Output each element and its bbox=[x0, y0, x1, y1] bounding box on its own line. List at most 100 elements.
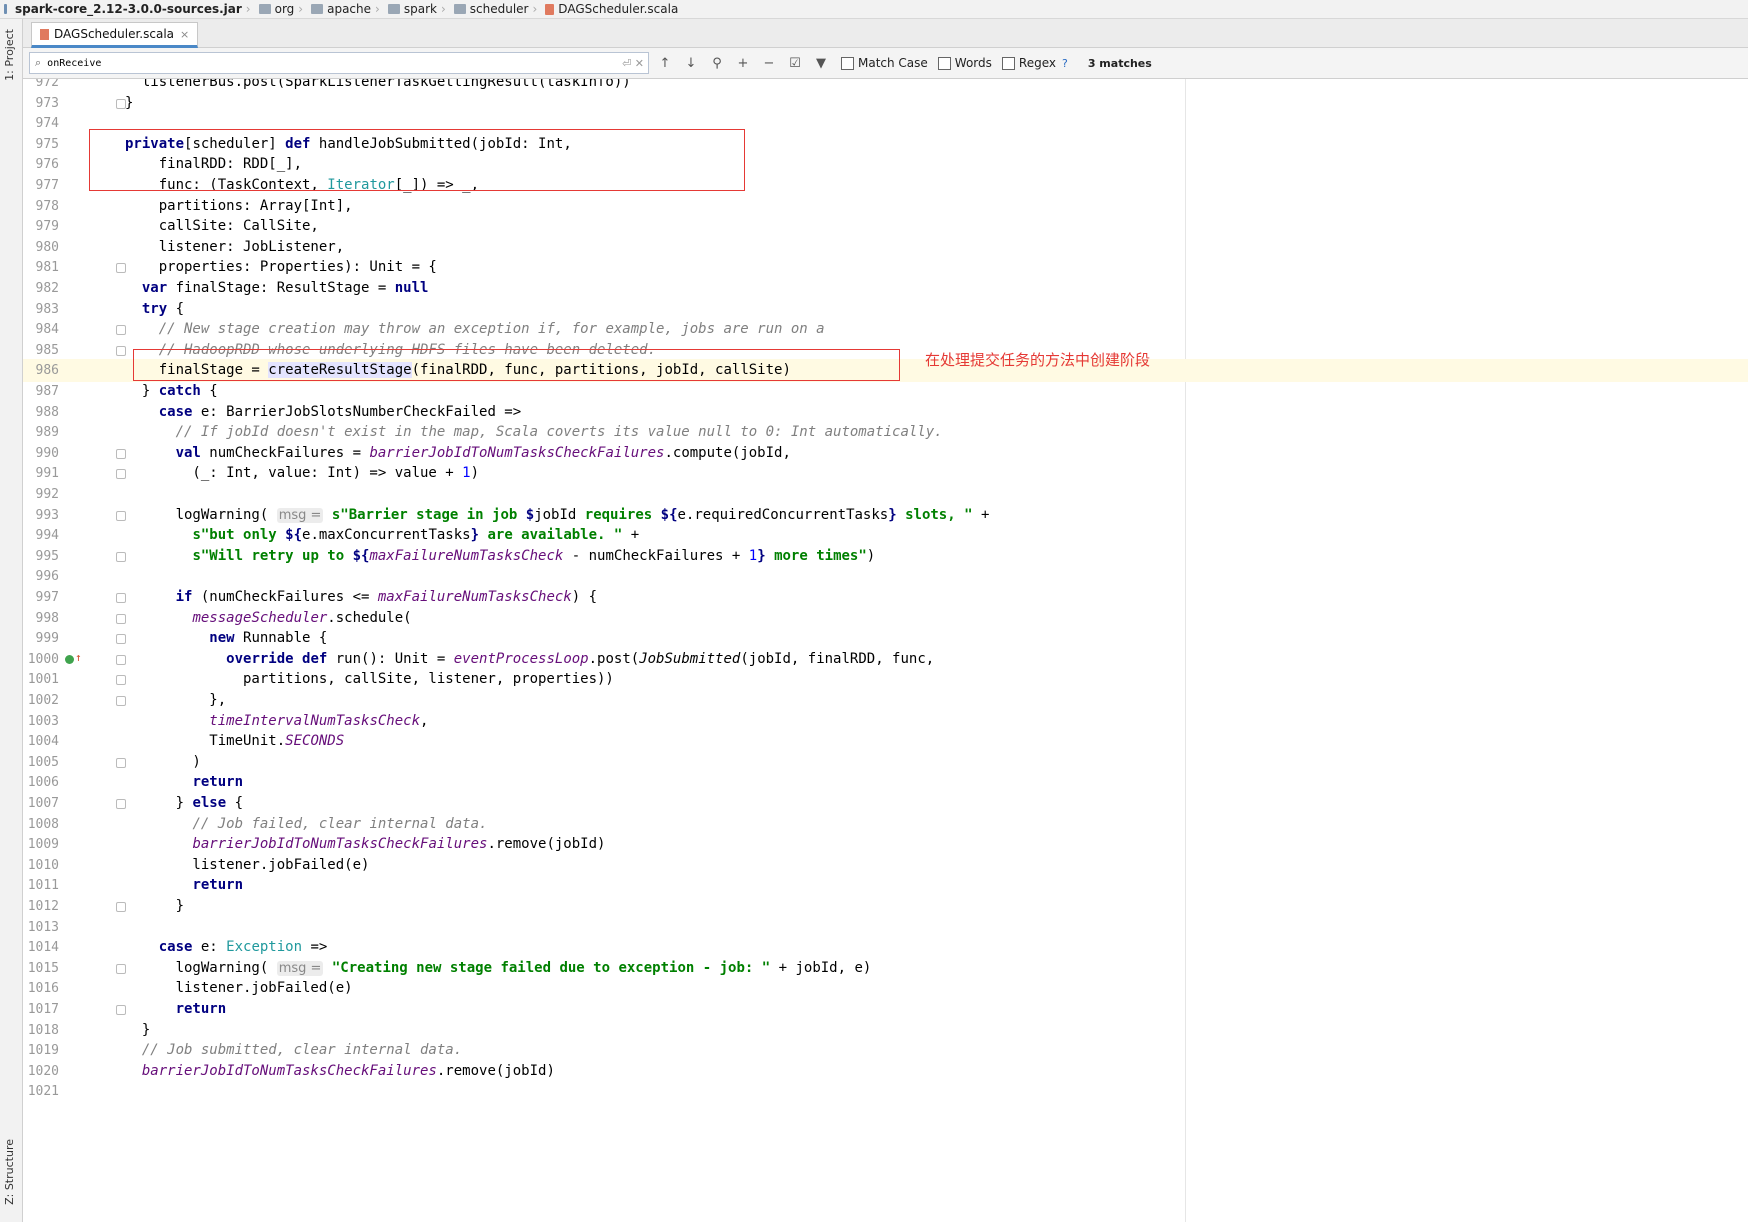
code-line[interactable]: 995 s"Will retry up to ${maxFailureNumTa… bbox=[23, 545, 1748, 568]
breadcrumb-item-scheduler[interactable]: scheduler › bbox=[450, 2, 542, 16]
code-line[interactable]: 1000 ↑ override def run(): Unit = eventPr… bbox=[23, 648, 1748, 671]
breadcrumb-item-org[interactable]: org › bbox=[255, 2, 308, 16]
breadcrumb-item-spark[interactable]: spark › bbox=[384, 2, 450, 16]
code-line[interactable]: 991 (_: Int, value: Int) => value + 1) bbox=[23, 462, 1748, 485]
close-icon[interactable]: × bbox=[180, 28, 189, 41]
code-line[interactable]: 1021 bbox=[23, 1080, 1748, 1103]
clear-icon[interactable]: ⏎ ✕ bbox=[622, 57, 644, 70]
code-line[interactable]: 996 bbox=[23, 565, 1748, 588]
code-line[interactable]: 993 logWarning( msg = s"Barrier stage in… bbox=[23, 504, 1748, 527]
scala-file-icon bbox=[545, 3, 555, 15]
code-line[interactable]: 1014 case e: Exception => bbox=[23, 936, 1748, 959]
code-line[interactable]: 1012 } bbox=[23, 895, 1748, 918]
line-number: 975 bbox=[35, 136, 59, 152]
code-line[interactable]: 978 partitions: Array[Int], bbox=[23, 195, 1748, 218]
code-line[interactable]: 1005 ) bbox=[23, 751, 1748, 774]
line-number: 1009 bbox=[27, 837, 59, 853]
code-line[interactable]: 1013 bbox=[23, 916, 1748, 939]
line-number: 1015 bbox=[27, 960, 59, 976]
code-line[interactable]: 981 properties: Properties): Unit = { bbox=[23, 256, 1748, 279]
code-line[interactable]: 989 // If jobId doesn't exist in the map… bbox=[23, 421, 1748, 444]
code-line[interactable]: 994 s"but only ${e.maxConcurrentTasks} a… bbox=[23, 524, 1748, 547]
line-number: 995 bbox=[35, 548, 59, 564]
code-text: return bbox=[192, 774, 244, 791]
code-text: val numCheckFailures = barrierJobIdToNum… bbox=[175, 444, 791, 461]
code-line[interactable]: 999 new Runnable { bbox=[23, 627, 1748, 650]
line-number: 1000 bbox=[27, 651, 59, 667]
line-number: 1011 bbox=[27, 878, 59, 894]
search-icon[interactable]: ⌕ bbox=[35, 56, 41, 70]
line-number: 990 bbox=[35, 445, 59, 461]
line-number: 1005 bbox=[27, 754, 59, 770]
regex-checkbox[interactable]: Regex bbox=[1001, 56, 1056, 70]
code-line[interactable]: 1001 partitions, callSite, listener, pro… bbox=[23, 668, 1748, 691]
code-line[interactable]: 984 // New stage creation may throw an e… bbox=[23, 318, 1748, 341]
breadcrumb-item-jar[interactable]: spark-core_2.12-3.0.0-sources.jar › bbox=[0, 2, 255, 16]
next-occurrence-icon[interactable]: ↓ bbox=[681, 56, 701, 71]
code-text: timeIntervalNumTasksCheck, bbox=[209, 712, 429, 729]
code-line[interactable]: 1008 // Job failed, clear internal data. bbox=[23, 813, 1748, 836]
code-line[interactable]: 1015 logWarning( msg = "Creating new sta… bbox=[23, 957, 1748, 980]
code-text: barrierJobIdToNumTasksCheckFailures.remo… bbox=[192, 836, 606, 853]
breadcrumb-item-file[interactable]: DAGScheduler.scala bbox=[541, 2, 682, 16]
previous-occurrence-icon[interactable]: ↑ bbox=[655, 56, 675, 71]
code-line[interactable]: 982 var finalStage: ResultStage = null bbox=[23, 277, 1748, 300]
code-line[interactable]: 1003 timeIntervalNumTasksCheck, bbox=[23, 710, 1748, 733]
remove-occurrence-icon[interactable]: − bbox=[759, 56, 779, 71]
find-input[interactable] bbox=[45, 56, 590, 70]
breadcrumb-item-apache[interactable]: apache › bbox=[307, 2, 384, 16]
add-occurrence-icon[interactable]: + bbox=[733, 56, 753, 71]
code-text: if (numCheckFailures <= maxFailureNumTas… bbox=[175, 589, 598, 605]
code-text: override def run(): Unit = eventProcessL… bbox=[226, 650, 935, 667]
code-line[interactable]: 998 messageScheduler.schedule( bbox=[23, 607, 1748, 630]
line-number: 1019 bbox=[27, 1043, 59, 1059]
code-text: } bbox=[125, 94, 134, 111]
code-line[interactable]: 988 case e: BarrierJobSlotsNumberCheckFa… bbox=[23, 401, 1748, 424]
implements-arrow-icon[interactable]: ↑ bbox=[75, 651, 82, 665]
line-number: 989 bbox=[35, 425, 59, 441]
code-line[interactable]: 1002 }, bbox=[23, 689, 1748, 712]
line-number: 1016 bbox=[27, 981, 59, 997]
code-line[interactable]: 980 listener: JobListener, bbox=[23, 236, 1748, 259]
code-line[interactable]: 1016 listener.jobFailed(e) bbox=[23, 977, 1748, 1000]
folder-icon bbox=[453, 4, 466, 14]
code-text: } bbox=[125, 1021, 151, 1038]
project-tool-button[interactable]: 1: Project bbox=[3, 29, 16, 81]
words-checkbox[interactable]: Words bbox=[937, 56, 992, 70]
code-line[interactable]: 987 } catch { bbox=[23, 380, 1748, 403]
code-text: return bbox=[175, 1001, 227, 1017]
line-number: 992 bbox=[35, 487, 59, 502]
select-all-occurrences-icon[interactable]: ☑ bbox=[785, 56, 805, 71]
code-line[interactable]: 1009 barrierJobIdToNumTasksCheckFailures… bbox=[23, 833, 1748, 856]
code-line[interactable]: 1010 listener.jobFailed(e) bbox=[23, 854, 1748, 877]
code-line[interactable]: 1017 return bbox=[23, 998, 1748, 1021]
line-number: 973 bbox=[35, 95, 59, 111]
line-number: 987 bbox=[35, 384, 59, 399]
regex-help-icon[interactable]: ? bbox=[1062, 57, 1068, 70]
override-marker-icon[interactable] bbox=[65, 654, 74, 664]
folder-icon bbox=[258, 4, 271, 14]
tab-dagscheduler[interactable]: DAGScheduler.scala × bbox=[31, 22, 199, 48]
code-line[interactable]: 1019 // Job submitted, clear internal da… bbox=[23, 1039, 1748, 1062]
code-line[interactable]: 1004 TimeUnit.SECONDS bbox=[23, 730, 1748, 753]
filter-icon[interactable]: ▼ bbox=[811, 56, 831, 71]
code-line[interactable]: 990 val numCheckFailures = barrierJobIdT… bbox=[23, 442, 1748, 465]
code-line[interactable]: 1007 } else { bbox=[23, 792, 1748, 815]
line-number: 981 bbox=[35, 260, 59, 276]
code-line[interactable]: 1011 return bbox=[23, 874, 1748, 897]
find-all-icon[interactable]: ⚲ bbox=[707, 56, 727, 71]
line-number: 1017 bbox=[27, 1002, 59, 1017]
code-line[interactable]: 1018 } bbox=[23, 1019, 1748, 1042]
code-line[interactable]: 1006 return bbox=[23, 771, 1748, 794]
code-line[interactable]: 979 callSite: CallSite, bbox=[23, 215, 1748, 238]
code-line[interactable]: 983 try { bbox=[23, 298, 1748, 321]
code-editor[interactable]: 972 listenerBus.post(SparkListenerTaskGe… bbox=[23, 79, 1748, 1222]
structure-tool-button[interactable]: Z: Structure bbox=[3, 1139, 16, 1205]
folder-icon bbox=[387, 4, 400, 14]
code-line[interactable]: 973} bbox=[23, 92, 1748, 115]
line-number: 1007 bbox=[27, 796, 59, 811]
code-line[interactable]: 1020 barrierJobIdToNumTasksCheckFailures… bbox=[23, 1060, 1748, 1083]
match-case-checkbox[interactable]: Match Case bbox=[841, 56, 928, 70]
code-line[interactable]: 992 bbox=[23, 483, 1748, 506]
code-line[interactable]: 997 if (numCheckFailures <= maxFailureNu… bbox=[23, 586, 1748, 609]
